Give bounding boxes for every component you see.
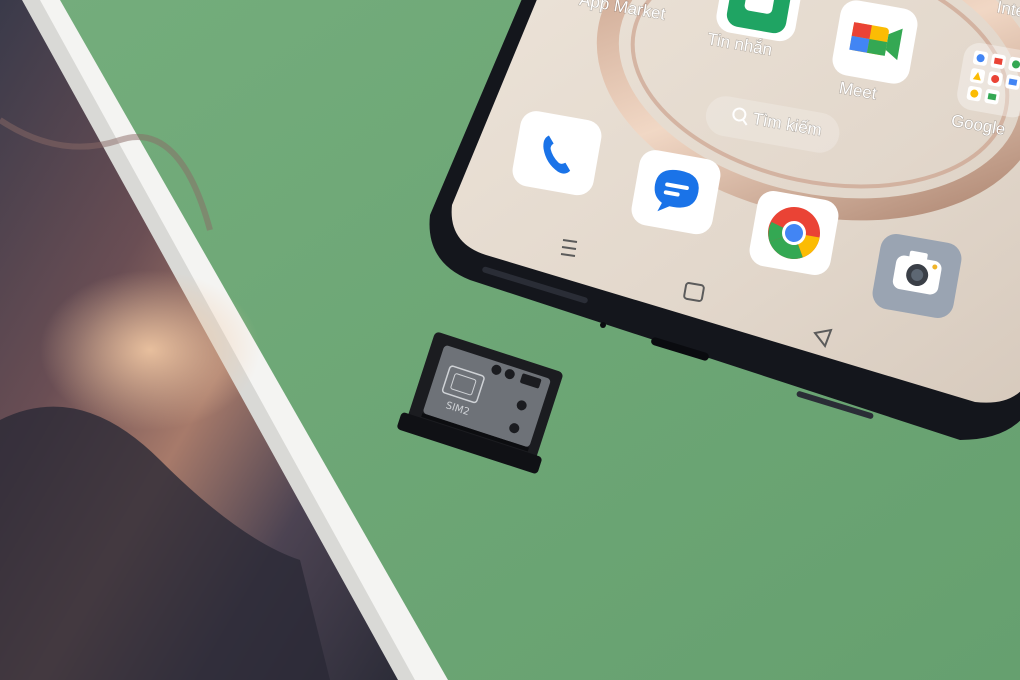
chrome-app-icon[interactable] bbox=[747, 188, 841, 277]
photo-scene: Tìm kiếm Tin nhắn Meet Google App Market… bbox=[0, 0, 1020, 680]
messages-app-icon[interactable] bbox=[629, 148, 723, 237]
meet-app-icon[interactable] bbox=[830, 0, 920, 86]
sim-hole bbox=[600, 322, 606, 328]
phone-app-icon[interactable] bbox=[510, 109, 604, 198]
camera-app-icon[interactable] bbox=[870, 231, 964, 320]
photo-canvas: Tìm kiếm Tin nhắn Meet Google App Market… bbox=[0, 0, 1020, 680]
